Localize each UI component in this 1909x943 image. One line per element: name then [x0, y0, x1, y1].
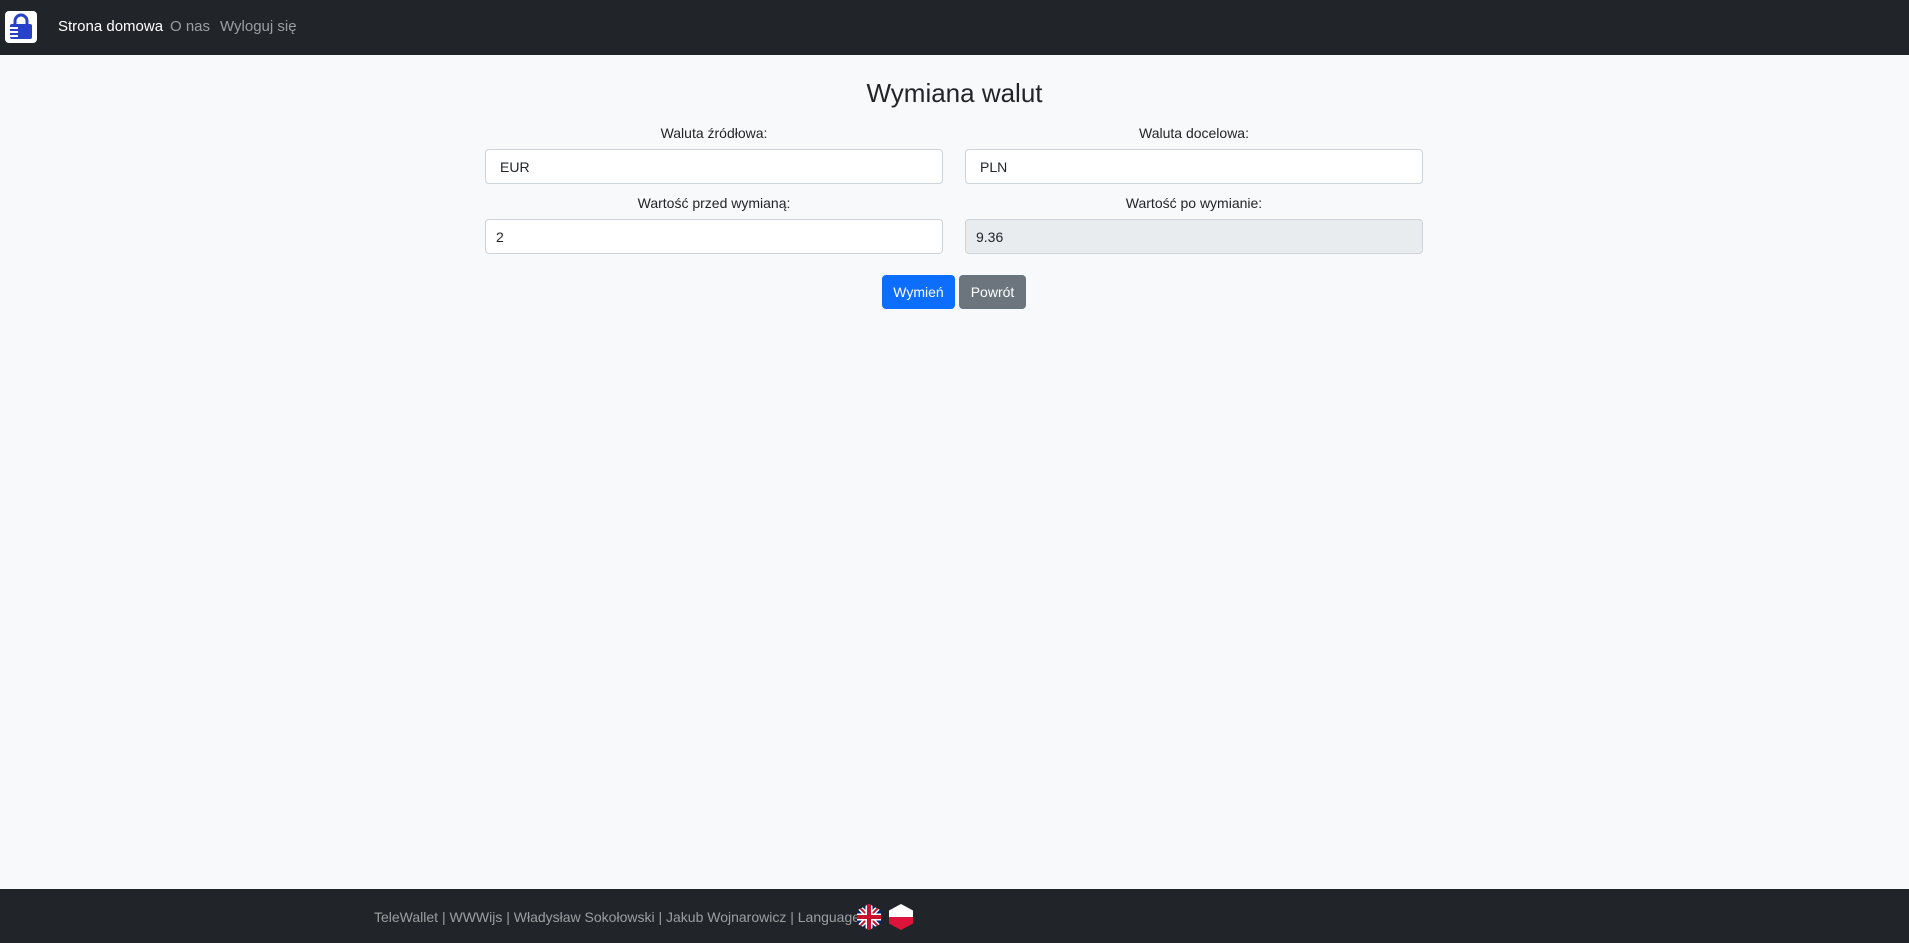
page-title: Wymiana walut — [866, 78, 1043, 108]
footer — [0, 889, 1909, 943]
uk-flag-icon[interactable] — [856, 904, 882, 930]
navbar: Strona domowa O nas Wyloguj się — [0, 0, 1909, 55]
nav-link-home[interactable]: Strona domowa — [58, 18, 163, 36]
exchange-button[interactable]: Wymień — [882, 275, 955, 309]
source-currency-input[interactable] — [485, 149, 943, 184]
amount-after-label: Wartość po wymianie: — [1125, 195, 1263, 211]
target-currency-input[interactable] — [965, 149, 1423, 184]
back-button[interactable]: Powrót — [959, 275, 1026, 309]
footer-credits: TeleWallet | WWWijs | Władysław Sokołows… — [374, 909, 871, 925]
amount-after-output — [965, 219, 1423, 254]
amount-before-input[interactable] — [485, 219, 943, 254]
nav-link-about[interactable]: O nas — [170, 18, 210, 36]
source-currency-label: Waluta źródłowa: — [660, 125, 768, 141]
lock-wallet-icon[interactable] — [5, 11, 37, 43]
poland-flag-icon[interactable] — [888, 904, 914, 930]
nav-link-logout[interactable]: Wyloguj się — [220, 18, 297, 36]
amount-before-label: Wartość przed wymianą: — [637, 195, 791, 211]
target-currency-label: Waluta docelowa: — [1139, 125, 1249, 141]
